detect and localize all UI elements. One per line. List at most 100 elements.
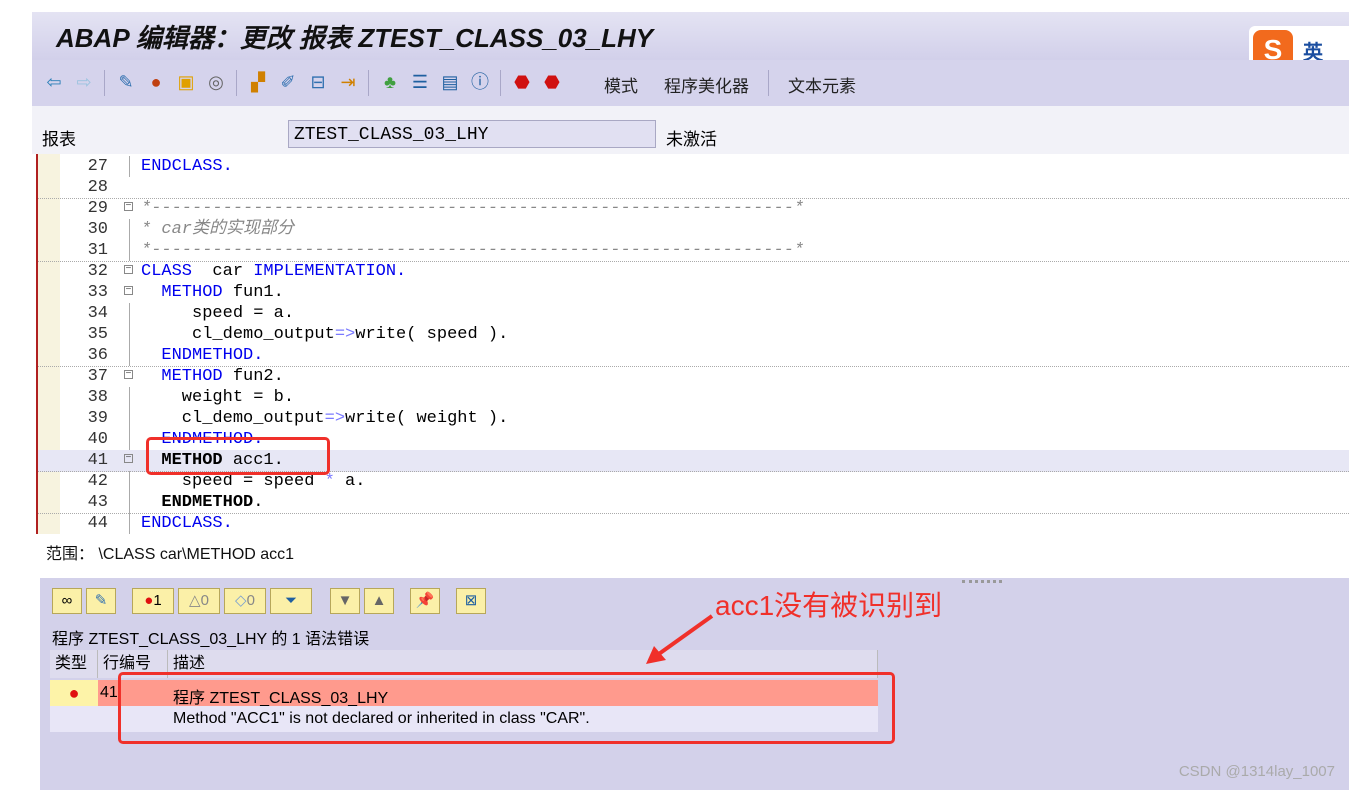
error-count: 1 [153, 592, 162, 609]
navigate-button[interactable]: ∞ [52, 588, 82, 614]
code-line[interactable]: 27 ENDCLASS. [38, 156, 1349, 177]
code-token: fun2. [222, 367, 284, 386]
fold-guide [129, 408, 130, 429]
code-text: * car类的实现部分 [141, 219, 294, 240]
close-icon: ⊠ [464, 592, 478, 609]
filter-icon: ⏷ [284, 592, 297, 609]
navigation-icon[interactable]: ⇥ [336, 70, 360, 94]
code-token: ENDCLASS. [141, 157, 233, 176]
hierarchy-icon[interactable]: ♣ [378, 70, 402, 94]
back-icon[interactable]: ⇦ [42, 70, 66, 94]
code-text: *---------------------------------------… [141, 240, 804, 261]
code-line[interactable]: 33 − METHOD fun1. [38, 282, 1349, 303]
fold-toggle-icon[interactable]: − [124, 370, 133, 380]
info-icon[interactable]: ⓘ [468, 70, 492, 94]
program-header: 报表 ZTEST_CLASS_03_LHY 未激活 [32, 106, 1349, 154]
watermark: CSDN @1314lay_1007 [1178, 763, 1335, 780]
code-line[interactable]: 29 − *------------------------------------… [38, 198, 1349, 219]
code-token: cl_demo_output [141, 325, 335, 344]
toolbar-separator [500, 70, 501, 96]
line-number: 43 [87, 493, 108, 512]
info-count: 0 [246, 592, 255, 609]
code-line[interactable]: 37 − METHOD fun2. [38, 366, 1349, 387]
line-number: 37 [87, 367, 108, 386]
code-line[interactable]: 34 speed = a. [38, 303, 1349, 324]
triangle-up-icon: ▲ [371, 592, 387, 609]
code-token: cl_demo_output [141, 409, 325, 428]
pin-button[interactable]: 📌 [410, 588, 440, 614]
fold-toggle-icon[interactable]: − [124, 202, 133, 212]
stack-icon[interactable]: ☰ [408, 70, 432, 94]
fold-guide [129, 471, 130, 492]
code-line[interactable]: 32 − CLASS car IMPLEMENTATION. [38, 261, 1349, 282]
line-number: 29 [87, 199, 108, 218]
code-text: ENDMETHOD. [141, 345, 263, 366]
info-icon: ◇ [235, 592, 247, 609]
pretty-printer-button[interactable]: 程序美化器 [664, 72, 749, 97]
code-line[interactable]: 44 ENDCLASS. [38, 513, 1349, 534]
fold-toggle-icon[interactable]: − [124, 286, 133, 296]
error-type-icon: ● [50, 680, 98, 706]
display-change-icon[interactable]: ✎ [114, 70, 138, 94]
other-object-icon[interactable]: ▣ [174, 70, 198, 94]
info-filter-button[interactable]: ◇0 [224, 588, 266, 614]
activate-icon[interactable]: ▞ [246, 70, 270, 94]
warning-icon: △ [189, 592, 201, 609]
breakpoint-icon[interactable]: ⬣ [510, 70, 534, 94]
warning-filter-button[interactable]: △0 [178, 588, 220, 614]
previous-button[interactable]: ▲ [364, 588, 394, 614]
code-text: ENDCLASS. [141, 513, 233, 534]
toolbar-separator [768, 70, 769, 96]
edit-button[interactable]: ✎ [86, 588, 116, 614]
title-bar: ABAP 编辑器：更改 报表 ZTEST_CLASS_03_LHY S 英 [32, 12, 1349, 70]
line-number: 31 [87, 241, 108, 260]
code-line[interactable]: 31 *-------------------------------------… [38, 240, 1349, 262]
code-token: ENDMETHOD [161, 493, 254, 512]
code-line[interactable]: 28 [38, 177, 1349, 199]
list-icon[interactable]: ▤ [438, 70, 462, 94]
line-number: 41 [87, 451, 108, 470]
close-panel-button[interactable]: ⊠ [456, 588, 486, 614]
program-name-field[interactable]: ZTEST_CLASS_03_LHY [288, 120, 656, 148]
code-editor[interactable]: 27 ENDCLASS. 28 29− *-----------------------… [36, 154, 1349, 534]
fold-toggle-icon[interactable]: − [124, 454, 133, 464]
panel-resize-handle[interactable] [962, 580, 1002, 587]
filter-button[interactable]: ⏷ [270, 588, 312, 614]
next-button[interactable]: ▼ [330, 588, 360, 614]
column-header-type[interactable]: 类型 [50, 650, 98, 678]
activation-status: 未激活 [666, 130, 717, 149]
text-elements-button[interactable]: 文本元素 [788, 72, 856, 97]
code-text: ENDMETHOD. [141, 492, 263, 513]
forward-icon[interactable]: ⇨ [72, 70, 96, 94]
fold-toggle-icon[interactable]: − [124, 265, 133, 275]
code-text: cl_demo_output=>write( weight ). [141, 408, 508, 429]
active-inactive-icon[interactable]: ● [144, 70, 168, 94]
error-filter-button[interactable]: ●1 [132, 588, 174, 614]
code-line[interactable]: 38 weight = b. [38, 387, 1349, 408]
code-token: a. [334, 472, 366, 491]
stop-icon[interactable]: ⬣ [540, 70, 564, 94]
test-icon[interactable]: ✐ [276, 70, 300, 94]
where-used-icon[interactable]: ⊟ [306, 70, 330, 94]
code-token: weight = b. [141, 388, 295, 407]
code-token: METHOD [161, 367, 223, 386]
code-line[interactable]: 39 cl_demo_output=>write( weight ). [38, 408, 1349, 429]
line-number: 30 [87, 220, 108, 239]
code-text: speed = a. [141, 303, 294, 324]
code-token: car [192, 262, 254, 281]
line-number: 42 [87, 472, 108, 491]
code-token: ENDMETHOD. [161, 346, 264, 365]
check-icon[interactable]: ◎ [204, 70, 228, 94]
fold-guide [129, 303, 130, 324]
line-number: 40 [87, 430, 108, 449]
annotation-box-method [146, 437, 330, 475]
code-line[interactable]: 35 cl_demo_output=>write( speed ). [38, 324, 1349, 345]
mode-button[interactable]: 模式 [604, 72, 638, 97]
code-line[interactable]: 36 ENDMETHOD. [38, 345, 1349, 367]
code-line[interactable]: 30 * car类的实现部分 [38, 219, 1349, 240]
report-label: 报表 [42, 130, 76, 149]
code-line[interactable]: 43 ENDMETHOD. [38, 492, 1349, 514]
fold-guide [129, 240, 130, 261]
triangle-down-icon: ▼ [337, 592, 353, 609]
